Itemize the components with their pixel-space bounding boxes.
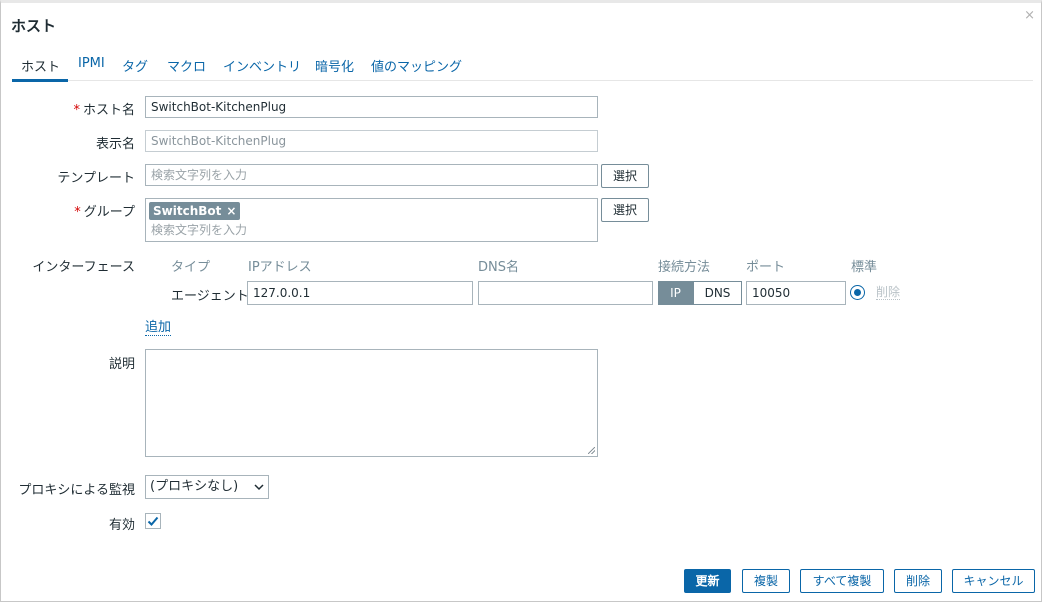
enabled-checkbox[interactable]	[145, 513, 161, 529]
templates-select-button[interactable]: 選択	[601, 164, 649, 188]
groups-label: * グループ	[74, 205, 135, 220]
dialog-title: ホスト	[11, 17, 57, 35]
tab-macros[interactable]: マクロ	[167, 56, 206, 75]
description-textarea[interactable]	[145, 349, 598, 457]
interface-ip-input[interactable]: 127.0.0.1	[247, 281, 473, 305]
resize-grip-icon[interactable]	[588, 447, 595, 454]
proxy-select-value: (プロキシなし)	[150, 479, 239, 494]
interface-connect-header: 接続方法	[658, 260, 711, 275]
close-icon[interactable]: ×	[1024, 8, 1035, 23]
interface-dns-input[interactable]	[478, 281, 653, 305]
tab-value-mapping[interactable]: 値のマッピング	[371, 56, 462, 75]
connect-dns-toggle[interactable]: DNS	[693, 281, 742, 305]
tab-ipmi[interactable]: IPMI	[78, 56, 105, 71]
proxy-select[interactable]: (プロキシなし)	[145, 475, 269, 499]
groups-select-button[interactable]: 選択	[601, 198, 649, 222]
update-button[interactable]: 更新	[684, 569, 731, 593]
interface-dns-header: DNS名	[478, 260, 519, 275]
interface-default-header: 標準	[851, 260, 878, 275]
host-name-label: * ホスト名	[73, 103, 135, 118]
clone-button[interactable]: 複製	[742, 569, 790, 593]
interface-port-input[interactable]: 10050	[746, 281, 846, 305]
description-label: 説明	[108, 357, 135, 372]
proxy-label: プロキシによる監視	[18, 483, 135, 498]
group-chip-label: SwitchBot	[153, 204, 222, 218]
host-name-input[interactable]: SwitchBot-KitchenPlug	[145, 96, 598, 118]
cancel-button[interactable]: キャンセル	[952, 569, 1035, 593]
remove-chip-icon[interactable]: ×	[226, 204, 236, 218]
tab-encryption[interactable]: 暗号化	[315, 56, 354, 75]
connect-ip-toggle[interactable]: IP	[658, 281, 693, 305]
full-clone-button[interactable]: すべて複製	[800, 569, 884, 593]
interface-port-header: ポート	[746, 260, 786, 275]
group-chip: SwitchBot ×	[149, 202, 241, 220]
templates-placeholder: 検索文字列を入力	[151, 168, 248, 182]
tab-tags[interactable]: タグ	[122, 56, 148, 75]
interface-type-header: タイプ	[171, 260, 211, 275]
tab-host[interactable]: ホスト	[21, 56, 60, 75]
host-dialog: ホスト × ホスト IPMI タグ マクロ インベントリ 暗号化 値のマッピング…	[0, 0, 1042, 602]
templates-search-input[interactable]: 検索文字列を入力	[145, 164, 598, 186]
required-mark: *	[73, 103, 80, 118]
interface-ip-header: IPアドレス	[248, 260, 312, 275]
interfaces-label: インターフェース	[32, 260, 135, 275]
tab-bar: ホスト IPMI タグ マクロ インベントリ 暗号化 値のマッピング	[12, 49, 1033, 82]
interface-type-agent: エージェント	[171, 289, 249, 304]
checkmark-icon	[147, 516, 159, 526]
add-interface-link[interactable]: 追加	[145, 320, 172, 336]
default-interface-radio[interactable]	[850, 285, 865, 300]
interface-remove-link: 削除	[876, 285, 901, 300]
active-tab-indicator	[12, 79, 68, 82]
chevron-down-icon	[254, 476, 264, 507]
delete-button[interactable]: 削除	[894, 569, 942, 593]
groups-placeholder: 検索文字列を入力	[151, 223, 248, 237]
tab-inventory[interactable]: インベントリ	[223, 56, 301, 75]
visible-name-input[interactable]: SwitchBot-KitchenPlug	[145, 130, 598, 152]
enabled-label: 有効	[108, 518, 135, 533]
required-mark: *	[74, 205, 81, 220]
templates-label: テンプレート	[57, 171, 135, 186]
visible-name-label: 表示名	[95, 137, 135, 152]
